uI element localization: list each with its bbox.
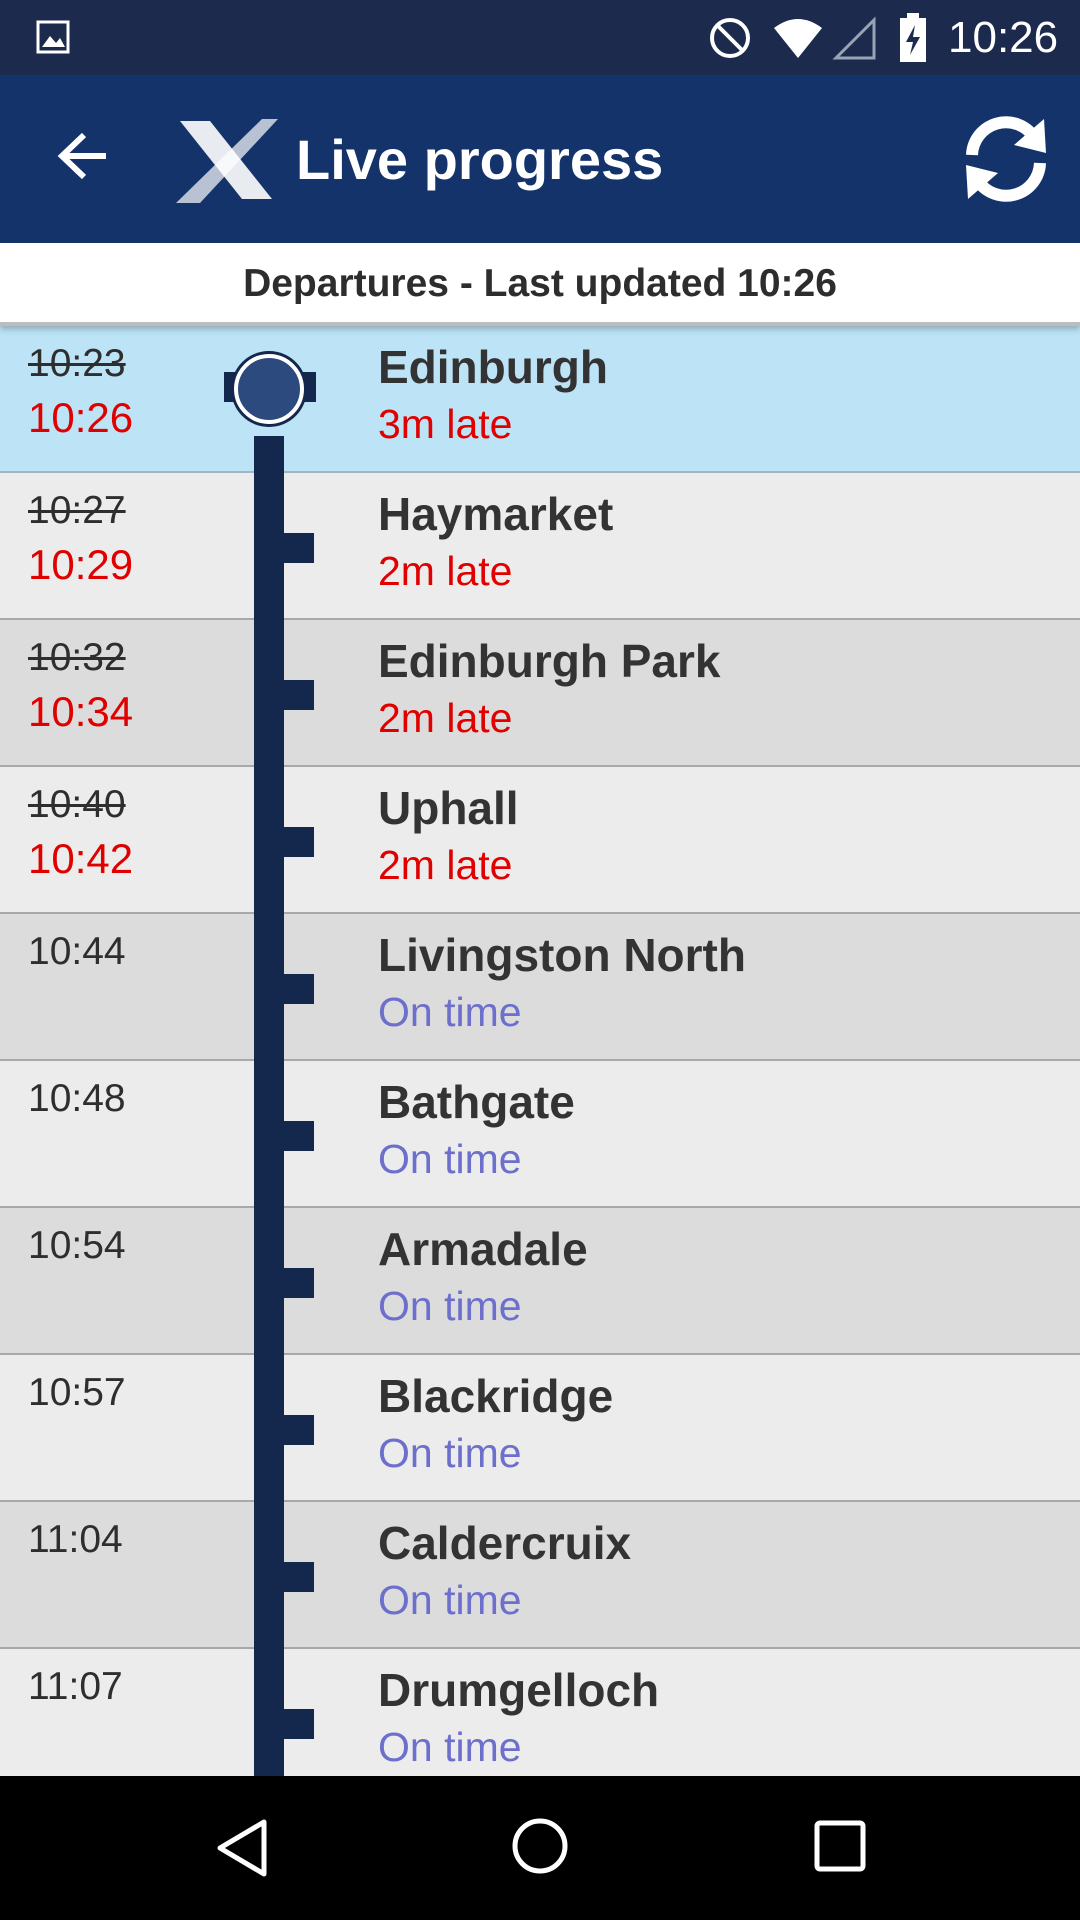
nav-home-icon[interactable]: [510, 1816, 570, 1881]
scheduled-time: 10:40: [28, 783, 126, 826]
status-bar: 10:26: [0, 0, 1080, 75]
stop-marker: [284, 827, 314, 857]
route-line: [254, 473, 284, 620]
current-stop-row[interactable]: 10:23 10:26 Edinburgh 3m late: [0, 326, 1080, 473]
scheduled-time: 10:23: [28, 342, 126, 385]
route-line: [254, 1061, 284, 1208]
stop-status: On time: [378, 1724, 522, 1770]
route-line: [254, 620, 284, 767]
station-name: Uphall: [378, 782, 519, 834]
stop-status: 2m late: [378, 695, 513, 741]
route-line: [254, 767, 284, 914]
station-name: Caldercruix: [378, 1517, 632, 1569]
refresh-icon[interactable]: [958, 111, 1054, 212]
station-name: Armadale: [378, 1223, 588, 1275]
stop-status: 2m late: [378, 842, 513, 888]
stop-marker: [284, 1268, 314, 1298]
stop-status: 2m late: [378, 548, 513, 594]
stop-status: On time: [378, 1577, 522, 1623]
route-line: [254, 436, 284, 473]
scheduled-time: 11:07: [28, 1665, 123, 1708]
station-name: Bathgate: [378, 1076, 575, 1128]
stop-status: 3m late: [378, 401, 513, 447]
scheduled-time: 10:54: [28, 1224, 126, 1267]
expected-time: 10:29: [28, 541, 134, 588]
stop-status: On time: [378, 1136, 522, 1182]
scheduled-time: 10:48: [28, 1077, 126, 1120]
station-name: Haymarket: [378, 488, 614, 540]
gallery-icon: [36, 20, 70, 59]
route-line: [254, 1355, 284, 1502]
stop-row[interactable]: 10:48 Bathgate On time: [0, 1061, 1080, 1208]
station-name: Edinburgh: [378, 341, 608, 393]
battery-charging-icon: [898, 13, 928, 68]
station-name: Drumgelloch: [378, 1664, 660, 1716]
scheduled-time: 11:04: [28, 1518, 123, 1561]
app-bar: Live progress: [0, 75, 1080, 243]
stop-row[interactable]: 10:32 10:34 Edinburgh Park 2m late: [0, 620, 1080, 767]
stop-marker: [284, 533, 314, 563]
expected-time: 10:26: [28, 394, 134, 441]
stop-marker: [284, 1709, 314, 1739]
signal-icon: [832, 16, 876, 65]
current-position-icon: [234, 354, 304, 424]
stop-row[interactable]: 10:44 Livingston North On time: [0, 914, 1080, 1061]
scheduled-time: 10:44: [28, 930, 126, 973]
expected-time: 10:34: [28, 688, 134, 735]
stop-row[interactable]: 11:04 Caldercruix On time: [0, 1502, 1080, 1649]
route-line: [254, 1208, 284, 1355]
nav-back-icon[interactable]: [214, 1818, 270, 1883]
stop-status: On time: [378, 1283, 522, 1329]
stop-marker: [284, 1415, 314, 1445]
last-updated-header: Departures - Last updated 10:26: [0, 243, 1080, 325]
scheduled-time: 10:27: [28, 489, 126, 532]
stop-row[interactable]: 10:40 10:42 Uphall 2m late: [0, 767, 1080, 914]
route-line: [254, 914, 284, 1061]
stop-marker: [284, 1121, 314, 1151]
page-title: Live progress: [296, 128, 664, 191]
nav-recents-icon[interactable]: [814, 1820, 866, 1877]
divider: [0, 322, 1080, 326]
do-not-disturb-icon: [708, 16, 752, 65]
brand-logo-icon: [170, 115, 282, 210]
route-line: [254, 1502, 284, 1649]
station-name: Livingston North: [378, 929, 746, 981]
stop-row[interactable]: 10:57 Blackridge On time: [0, 1355, 1080, 1502]
stop-marker: [284, 680, 314, 710]
stop-list[interactable]: 10:23 10:26 Edinburgh 3m late 10:27 10:29 Haym…: [0, 326, 1080, 1776]
stop-row[interactable]: 10:27 10:29 Haymarket 2m late: [0, 473, 1080, 620]
stop-status: On time: [378, 989, 522, 1035]
scheduled-time: 10:57: [28, 1371, 126, 1414]
station-name: Blackridge: [378, 1370, 614, 1422]
stop-status: On time: [378, 1430, 522, 1476]
stop-marker: [284, 1562, 314, 1592]
scheduled-time: 10:32: [28, 636, 126, 679]
expected-time: 10:42: [28, 835, 134, 882]
stop-row[interactable]: 10:54 Armadale On time: [0, 1208, 1080, 1355]
route-line: [254, 1649, 284, 1776]
stop-row[interactable]: 11:07 Drumgelloch On time: [0, 1649, 1080, 1776]
station-name: Edinburgh Park: [378, 635, 721, 687]
wifi-icon: [772, 16, 824, 65]
stop-marker: [284, 974, 314, 1004]
back-arrow-icon[interactable]: [56, 129, 110, 188]
status-clock: 10:26: [948, 13, 1059, 62]
navigation-bar: [0, 1776, 1080, 1920]
